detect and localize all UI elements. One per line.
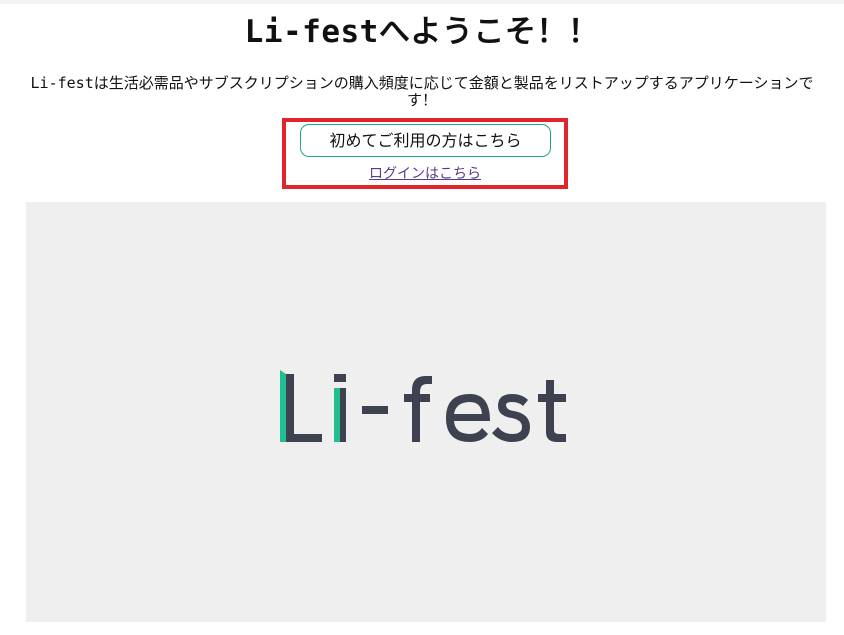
app-description: Li-festは生活必需品やサブスクリプションの購入頻度に応じて金額と製品をリス… bbox=[30, 74, 814, 109]
top-divider bbox=[0, 0, 844, 4]
li-fest-logo bbox=[280, 370, 566, 442]
login-link[interactable]: ログインはこちら bbox=[282, 166, 568, 182]
first-time-register-button[interactable]: 初めてご利用の方はこちら bbox=[300, 124, 551, 157]
page-title: Li-festへようこそ！！ bbox=[244, 14, 600, 50]
hero-banner bbox=[26, 202, 826, 622]
